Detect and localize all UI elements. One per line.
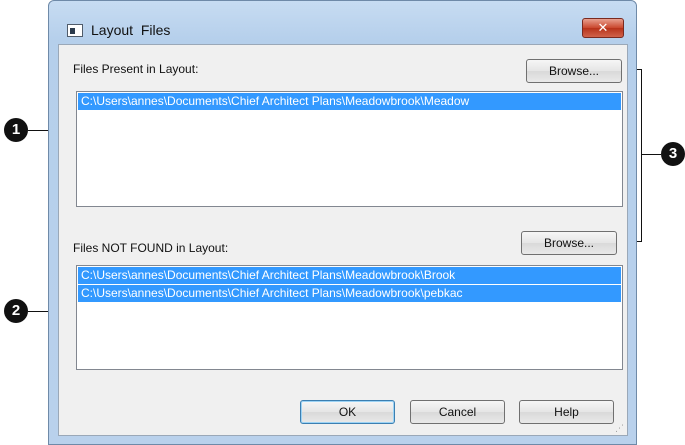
dialog-body: Files Present in Layout: Browse... C:\Us… — [58, 44, 628, 436]
files-present-label: Files Present in Layout: — [73, 62, 199, 76]
window-icon — [67, 24, 83, 37]
ok-button[interactable]: OK — [300, 400, 395, 424]
resize-grip-icon[interactable]: ⋰ — [615, 423, 625, 433]
callout-3-bracket-vertical — [641, 69, 642, 242]
list-item[interactable]: C:\Users\annes\Documents\Chief Architect… — [78, 93, 621, 110]
browse-not-found-button[interactable]: Browse... — [521, 231, 617, 255]
browse-present-button[interactable]: Browse... — [526, 59, 622, 83]
close-button[interactable]: ✕ — [582, 18, 624, 38]
cancel-button[interactable]: Cancel — [410, 400, 505, 424]
list-item[interactable]: C:\Users\annes\Documents\Chief Architect… — [78, 285, 621, 302]
callout-1-badge: 1 — [4, 118, 28, 142]
files-present-list[interactable]: C:\Users\annes\Documents\Chief Architect… — [76, 91, 623, 207]
callout-3-badge: 3 — [661, 142, 685, 166]
title-bar[interactable]: Layout Files ✕ — [49, 1, 636, 39]
list-item[interactable]: C:\Users\annes\Documents\Chief Architect… — [78, 267, 621, 284]
help-button[interactable]: Help — [519, 400, 614, 424]
files-not-found-list[interactable]: C:\Users\annes\Documents\Chief Architect… — [76, 265, 623, 370]
callout-3-leader — [641, 154, 661, 155]
files-not-found-label: Files NOT FOUND in Layout: — [73, 241, 229, 255]
callout-2-badge: 2 — [4, 299, 28, 323]
dialog-title: Layout Files — [91, 22, 171, 38]
layout-files-dialog: Layout Files ✕ Files Present in Layout: … — [48, 0, 637, 445]
